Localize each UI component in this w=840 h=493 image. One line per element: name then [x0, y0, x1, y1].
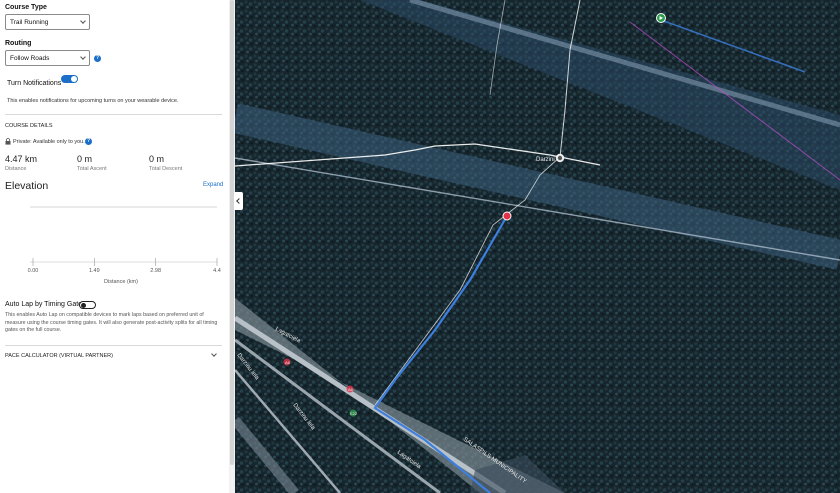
course-settings-panel: Course Type Trail Running Routing Follow… [0, 0, 229, 493]
distance-label: Distance [5, 166, 27, 172]
x-axis-tick-label: 1.49 [89, 268, 100, 274]
road-number: A6 [348, 387, 354, 392]
x-axis-tick-label: 4.4 [213, 268, 221, 274]
x-axis-tick-label: 2.98 [150, 268, 161, 274]
course-type-select[interactable]: Trail Running [5, 14, 90, 30]
auto-lap-toggle[interactable] [79, 301, 96, 309]
x-axis-tick-label: 0.00 [28, 268, 39, 274]
chevron-down-icon [80, 54, 86, 60]
question-icon[interactable]: ? [94, 55, 101, 62]
map-poi-icon [555, 153, 565, 163]
start-marker [656, 13, 666, 23]
road-number: A6 [285, 360, 291, 365]
routing-select[interactable]: Follow Roads [5, 50, 90, 66]
course-type-label: Course Type [5, 4, 47, 11]
divider [5, 114, 222, 115]
ascent-value: 0 m [77, 154, 93, 164]
elevation-chart: 0.00 1.49 2.98 4.4 Distance (km) [28, 206, 221, 285]
chevron-down-icon [80, 18, 86, 24]
descent-label: Total Descent [149, 166, 183, 172]
road-number: E22 [350, 411, 358, 416]
chevron-down-icon[interactable] [211, 351, 217, 357]
info-icon[interactable]: ? [85, 138, 92, 145]
course-type-value: Trail Running [10, 19, 49, 26]
x-axis-ticks: 0.00 1.49 2.98 4.4 [28, 258, 221, 274]
collapse-panel-button[interactable] [234, 192, 243, 210]
x-axis-label: Distance (km) [104, 279, 138, 285]
place-label-darzini: Darzini [536, 157, 555, 163]
lock-icon [5, 138, 11, 145]
routing-value: Follow Roads [10, 55, 50, 62]
course-details-heading: COURSE DETAILS [5, 123, 53, 129]
end-marker [502, 211, 512, 221]
privacy-text: Private: Available only to you. [13, 139, 85, 145]
routing-label: Routing [5, 40, 32, 47]
descent-value: 0 m [149, 154, 165, 164]
divider [5, 345, 222, 346]
satellite-map[interactable]: Darzini Lagatciela Darzinu iela SALASPIL… [235, 0, 840, 493]
expand-link[interactable]: Expand [203, 182, 223, 188]
toggle-knob [81, 302, 86, 308]
scrollbar-thumb[interactable] [230, 0, 234, 465]
turn-notifications-toggle[interactable] [61, 75, 78, 83]
pace-calculator-header[interactable]: PACE CALCULATOR (VIRTUAL PARTNER) [5, 353, 113, 359]
auto-lap-label: Auto Lap by Timing Gates [5, 301, 86, 308]
distance-value: 4.47 km [5, 154, 38, 164]
elevation-title: Elevation [5, 180, 49, 192]
turn-notifications-description: This enables notifications for upcoming … [7, 98, 179, 104]
turn-notifications-label: Turn Notifications [7, 80, 62, 87]
toggle-knob [71, 76, 77, 82]
ascent-label: Total Ascent [77, 166, 107, 172]
map-canvas[interactable]: Darzini Lagatciela Darzinu iela SALASPIL… [235, 0, 840, 493]
auto-lap-description: This enables Auto Lap on compatible devi… [5, 312, 218, 334]
chevron-left-icon [236, 198, 242, 204]
